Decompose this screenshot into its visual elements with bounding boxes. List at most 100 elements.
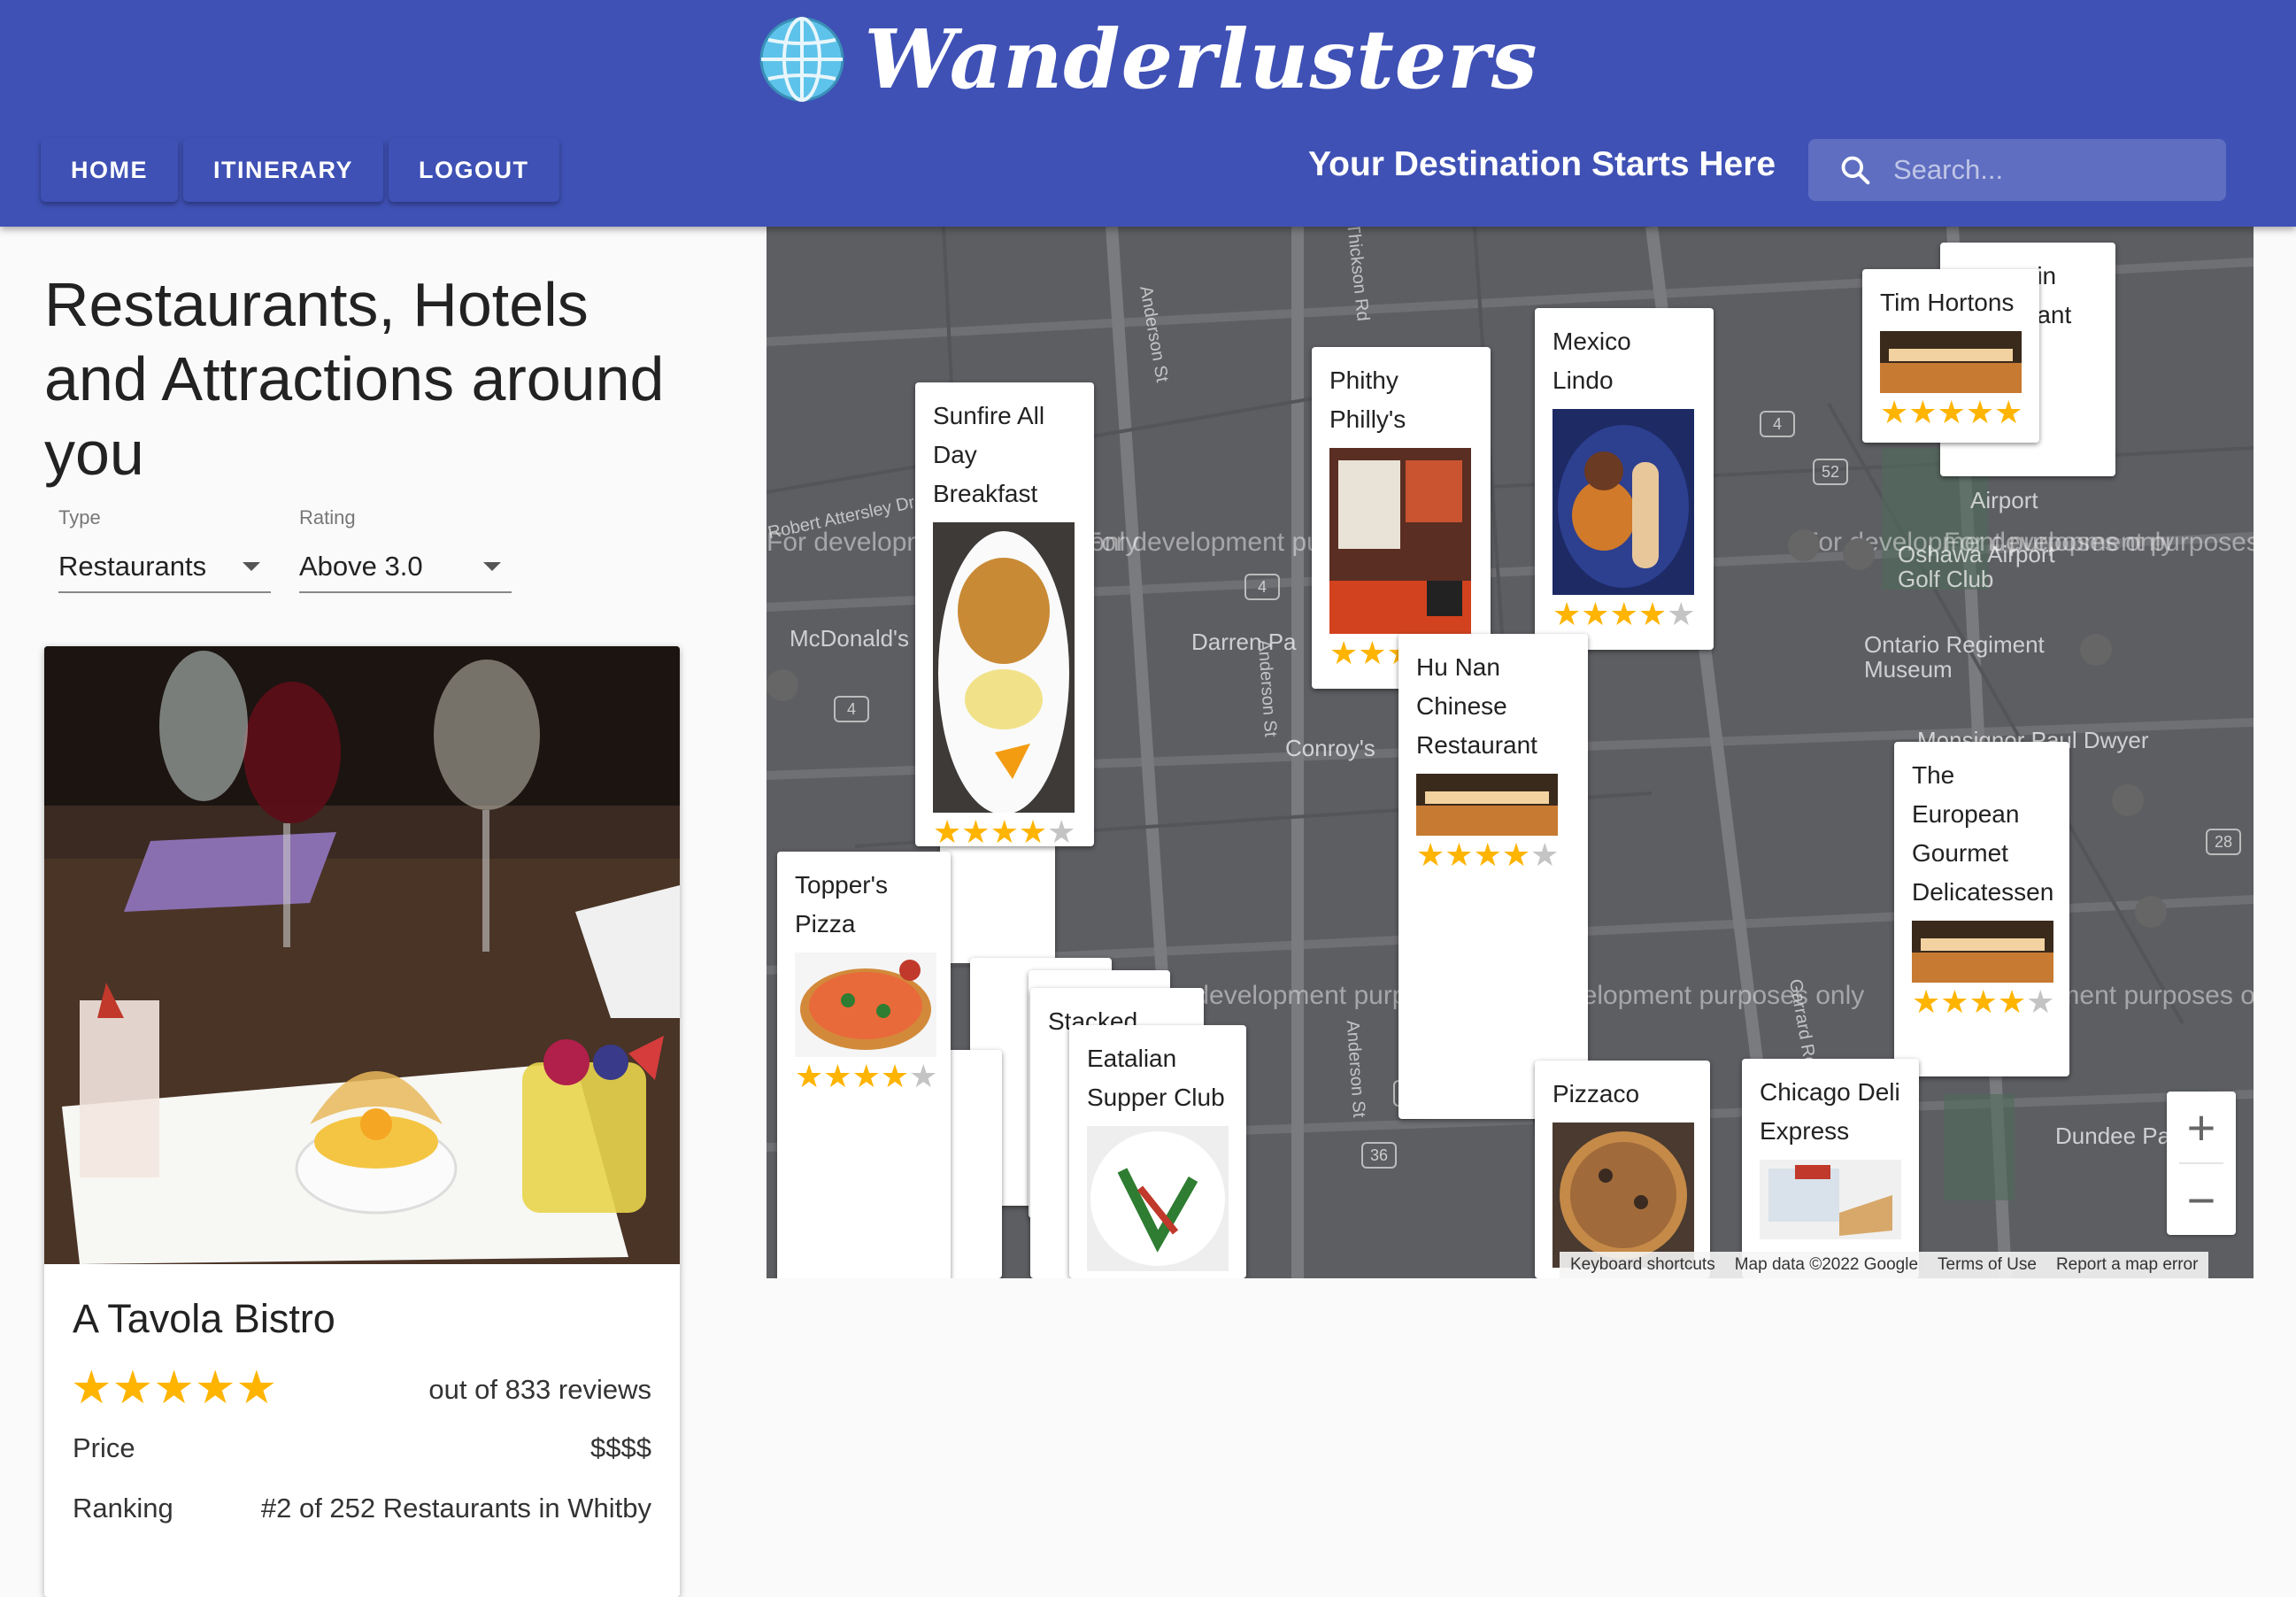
star-icon: ★ bbox=[1667, 596, 1696, 632]
map-pin-hu-nan[interactable]: Hu Nan Chinese Restaurant ★ ★ ★ ★ ★ bbox=[1398, 634, 1588, 1119]
chevron-down-icon bbox=[483, 562, 501, 571]
star-icon: ★ bbox=[1530, 837, 1560, 873]
pin-photo bbox=[1552, 409, 1694, 595]
type-value-row[interactable]: Restaurants bbox=[58, 542, 271, 593]
itinerary-button[interactable]: ITINERARY bbox=[183, 138, 384, 202]
pin-photo bbox=[1087, 1126, 1229, 1271]
main-nav: HOME ITINERARY LOGOUT bbox=[41, 138, 559, 202]
map-pin-toppers-pizza[interactable]: Topper's Pizza ★ ★ ★ ★ ★ bbox=[777, 852, 951, 1278]
star-icon: ★ bbox=[1609, 596, 1638, 632]
pin-name: Mexico Lindo bbox=[1552, 328, 1631, 394]
rating-label: Rating bbox=[299, 506, 356, 528]
location-pin-icon bbox=[1788, 529, 1820, 561]
rating-value-row[interactable]: Above 3.0 bbox=[299, 542, 512, 593]
map-label-airport: Airport bbox=[1970, 487, 2038, 513]
museum-icon bbox=[2080, 634, 2112, 666]
map-pin-european-gourmet[interactable]: The European Gourmet Delicatessen ★ ★ ★ ★ ★ bbox=[1894, 742, 2069, 1076]
type-select[interactable]: Type Restaurants bbox=[58, 506, 271, 593]
pin-photo bbox=[795, 953, 936, 1057]
star-icon: ★ bbox=[153, 1362, 195, 1414]
star-icon: ★ bbox=[1912, 984, 1941, 1020]
map[interactable]: For development purposes only For develo… bbox=[767, 227, 2254, 1278]
place-card[interactable]: A Tavola Bistro ★ ★ ★ ★ ★ out of 833 reviews… bbox=[44, 646, 680, 1597]
map-pin-eatalian[interactable]: Eatalian Supper Club bbox=[1069, 1025, 1246, 1278]
star-icon: ★ bbox=[1969, 984, 1998, 1020]
pin-photo bbox=[1552, 1123, 1694, 1268]
star-icon: ★ bbox=[71, 1362, 112, 1414]
star-icon: ★ bbox=[2026, 984, 2055, 1020]
star-icon: ★ bbox=[1416, 837, 1445, 873]
zoom-in-button[interactable]: + bbox=[2167, 1092, 2236, 1162]
home-button[interactable]: HOME bbox=[41, 138, 178, 202]
star-icon: ★ bbox=[1445, 837, 1474, 873]
pin-name: Sunfire All Day Breakfast bbox=[933, 402, 1045, 507]
rating-value: Above 3.0 bbox=[299, 551, 423, 582]
route-marker: 52 bbox=[1813, 459, 1848, 485]
star-icon: ★ bbox=[1965, 394, 1995, 430]
map-pin-mexico-lindo[interactable]: Mexico Lindo ★ ★ ★ ★ ★ bbox=[1535, 308, 1714, 650]
star-icon: ★ bbox=[1908, 394, 1938, 430]
star-icon: ★ bbox=[1581, 596, 1610, 632]
app-bar: Wanderlusters HOME ITINERARY LOGOUT Your… bbox=[0, 0, 2296, 227]
logout-button[interactable]: LOGOUT bbox=[389, 138, 559, 202]
pin-photo bbox=[1760, 1160, 1901, 1239]
star-icon: ★ bbox=[235, 1362, 278, 1414]
report-error-link[interactable]: Report a map error bbox=[2056, 1255, 2199, 1275]
app-title: Wanderlusters bbox=[864, 12, 1538, 107]
pin-rating: ★★★★★ bbox=[795, 1058, 938, 1094]
map-label-dundee: Dundee Pa bbox=[2055, 1123, 2171, 1149]
map-pin-chicago-deli[interactable]: Chicago Deli Express bbox=[1742, 1059, 1919, 1278]
pin-name: Pizzaco bbox=[1552, 1080, 1640, 1107]
star-icon: ★ bbox=[961, 814, 990, 847]
star-icon: ★ bbox=[112, 1362, 154, 1414]
map-label-conroys: Conroy's bbox=[1285, 735, 1375, 761]
type-value: Restaurants bbox=[58, 551, 207, 582]
pin-photo bbox=[1912, 921, 2053, 983]
pin-name: Hu Nan Chinese Restaurant bbox=[1416, 653, 1537, 759]
rating-select[interactable]: Rating Above 3.0 bbox=[299, 506, 512, 593]
search-box[interactable] bbox=[1808, 139, 2226, 201]
map-label-mcdonalds: McDonald's bbox=[790, 625, 910, 652]
star-icon: ★ bbox=[1018, 814, 1048, 847]
map-pin-tim-hortons[interactable]: Tim Hortons ★ ★ ★ ★ ★ bbox=[1862, 269, 2039, 443]
globe-icon bbox=[759, 17, 844, 102]
map-pin-pizzaco[interactable]: Pizzaco bbox=[1535, 1061, 1710, 1278]
place-photo bbox=[44, 646, 680, 1264]
pin-name: Topper's Pizza bbox=[795, 871, 888, 937]
location-pin-icon bbox=[1843, 538, 1875, 570]
star-icon: ★ bbox=[1501, 837, 1531, 873]
place-rating: ★ ★ ★ ★ ★ bbox=[71, 1362, 277, 1415]
pin-rating: ★★★★★ bbox=[933, 814, 1078, 847]
star-icon: ★ bbox=[880, 1058, 910, 1094]
star-icon: ★ bbox=[1329, 635, 1359, 671]
google-logo: Google bbox=[782, 1231, 905, 1269]
route-marker: 28 bbox=[2206, 829, 2241, 855]
map-attribution: Keyboard shortcuts Map data ©2022 Google… bbox=[1560, 1252, 2209, 1278]
school-icon bbox=[2135, 896, 2167, 928]
price-value: $$$$ bbox=[590, 1432, 651, 1463]
star-icon: ★ bbox=[1047, 814, 1076, 847]
tagline: Your Destination Starts Here bbox=[1308, 145, 1776, 183]
keyboard-shortcuts-link[interactable]: Keyboard shortcuts bbox=[1570, 1255, 1715, 1275]
star-icon: ★ bbox=[1637, 596, 1668, 632]
star-icon: ★ bbox=[909, 1058, 938, 1094]
search-input[interactable] bbox=[1892, 153, 2214, 187]
map-label-ontario-regiment: Ontario Regiment Museum bbox=[1864, 631, 2045, 683]
route-marker: 36 bbox=[1361, 1142, 1397, 1169]
zoom-out-button[interactable]: − bbox=[2167, 1164, 2236, 1235]
review-count: out of 833 reviews bbox=[428, 1374, 651, 1405]
type-label: Type bbox=[58, 506, 101, 528]
terms-link[interactable]: Terms of Use bbox=[1938, 1255, 2037, 1275]
school-icon bbox=[2112, 784, 2144, 816]
map-label-darren-park: Darren Pa bbox=[1191, 629, 1297, 655]
star-icon: ★ bbox=[851, 1058, 881, 1094]
map-pin-sunfire[interactable]: Sunfire All Day Breakfast ★ ★ ★ ★ ★ bbox=[915, 382, 1094, 846]
place-title: A Tavola Bistro bbox=[73, 1296, 335, 1341]
pin-photo bbox=[1880, 331, 2022, 393]
pin-photo bbox=[1416, 774, 1558, 836]
restaurant-icon bbox=[767, 669, 798, 701]
pin-name: Phithy Philly's bbox=[1329, 366, 1406, 433]
page-heading: Restaurants, Hotels and Attractions arou… bbox=[44, 270, 665, 488]
zoom-control: + − bbox=[2167, 1092, 2236, 1235]
star-icon: ★ bbox=[1880, 394, 1909, 430]
